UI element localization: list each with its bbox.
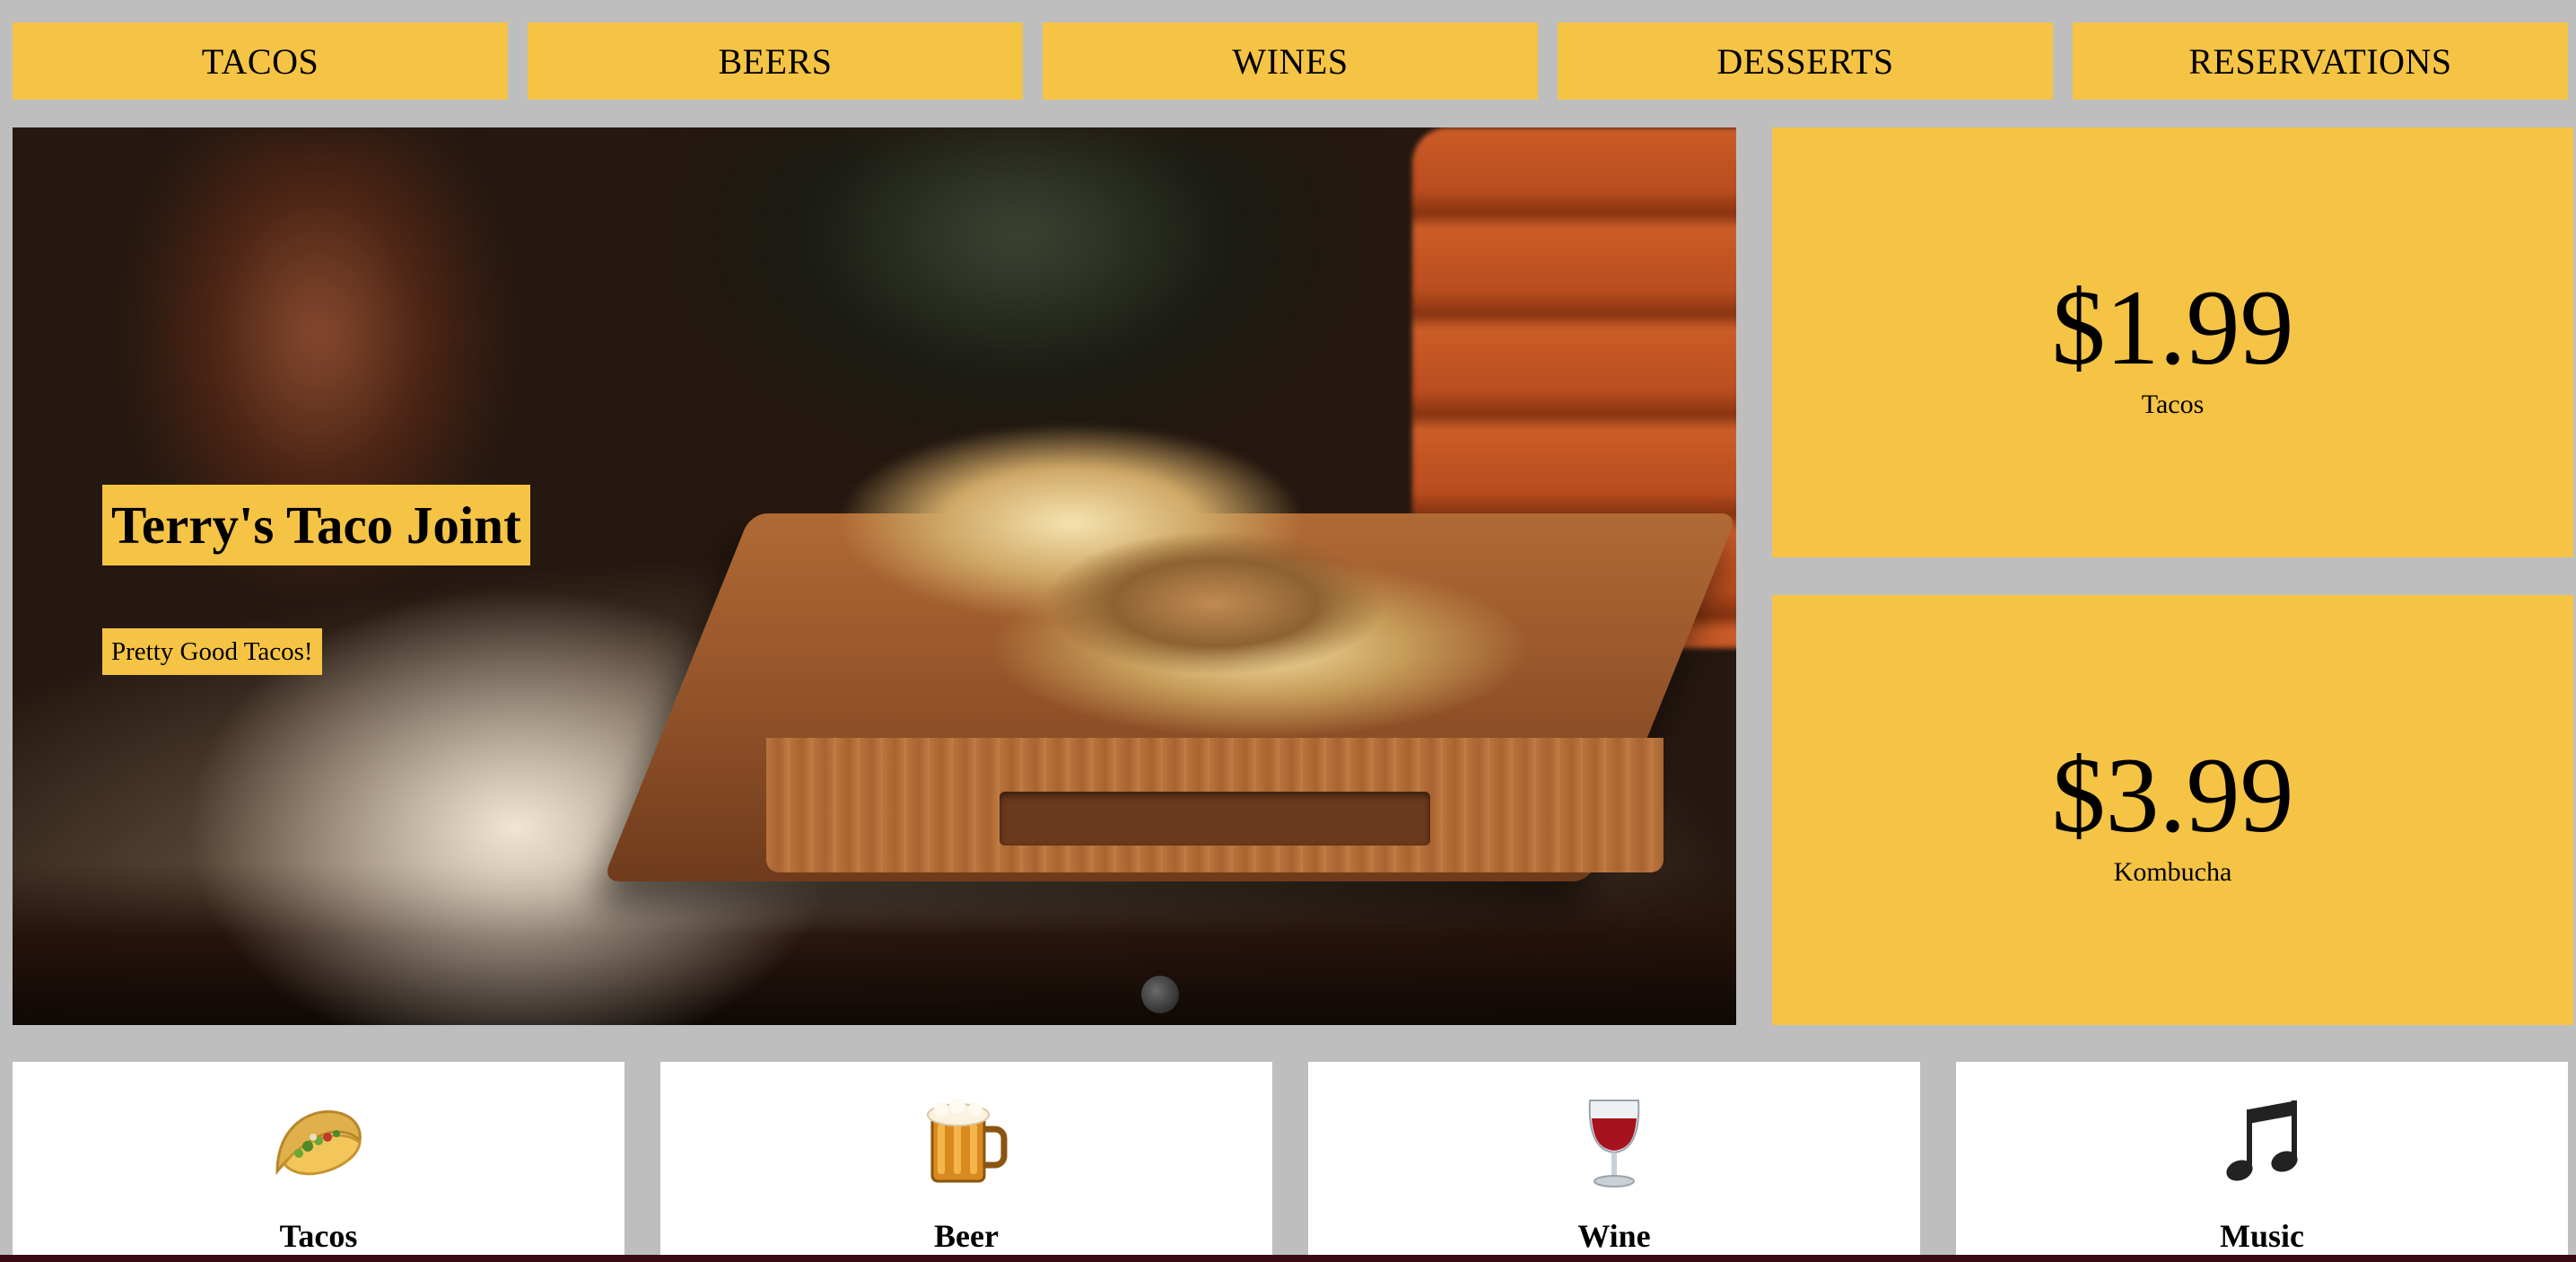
- nav-beers[interactable]: BEERS: [528, 22, 1023, 100]
- hero-counter-knob: [1141, 976, 1179, 1013]
- feature-card-music[interactable]: Music: [1956, 1062, 2568, 1262]
- nav-reservations[interactable]: RESERVATIONS: [2073, 22, 2568, 100]
- feature-card-tacos[interactable]: Tacos: [13, 1062, 624, 1262]
- feature-label: Wine: [1577, 1218, 1651, 1254]
- feature-card-beer[interactable]: Beer: [660, 1062, 1272, 1262]
- hero-subtitle: Pretty Good Tacos!: [102, 628, 322, 675]
- nav-tacos[interactable]: TACOS: [13, 22, 508, 100]
- feature-label: Music: [2220, 1218, 2304, 1254]
- main-nav: TACOS BEERS WINES DESSERTS RESERVATIONS: [13, 22, 2568, 100]
- beer-mug-icon: [917, 1092, 1016, 1191]
- bottom-edge: [0, 1255, 2576, 1262]
- price-card-tacos: $1.99 Tacos: [1772, 127, 2573, 557]
- nav-wines[interactable]: WINES: [1043, 22, 1538, 100]
- feature-cards: Tacos Beer Wine Music: [13, 1062, 2568, 1262]
- price-card-kombucha: $3.99 Kombucha: [1772, 595, 2573, 1025]
- taco-icon: [269, 1092, 368, 1191]
- hero-board-handle: [1000, 792, 1430, 846]
- price-label: Kombucha: [2113, 856, 2232, 887]
- wine-glass-icon: [1565, 1092, 1663, 1191]
- feature-label: Tacos: [279, 1218, 358, 1254]
- hero-taco-filling: [1044, 531, 1385, 675]
- price-label: Tacos: [2141, 389, 2205, 419]
- feature-label: Beer: [934, 1218, 999, 1254]
- hero-title: Terry's Taco Joint: [102, 485, 530, 565]
- feature-card-wine[interactable]: Wine: [1308, 1062, 1920, 1262]
- price-amount: $3.99: [2051, 734, 2294, 854]
- hero-image: Terry's Taco Joint Pretty Good Tacos!: [13, 127, 1736, 1025]
- music-notes-icon: [2213, 1092, 2311, 1191]
- nav-desserts[interactable]: DESSERTS: [1558, 22, 2053, 100]
- price-amount: $1.99: [2051, 267, 2294, 387]
